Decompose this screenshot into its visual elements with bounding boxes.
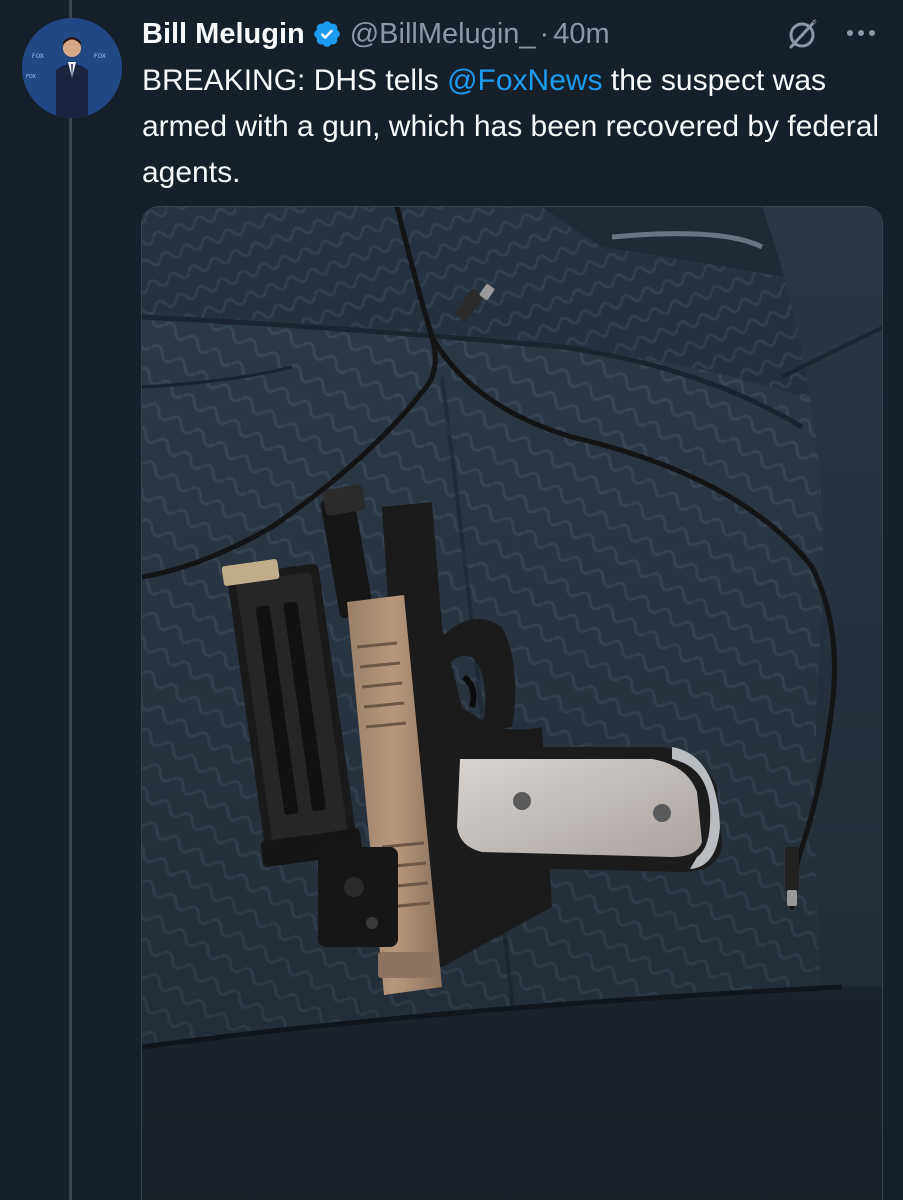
thread-connector-line bbox=[69, 0, 72, 1200]
tweet-page: FOX FOX FOX Bill Melugin @BillMelugin_ ·… bbox=[0, 0, 903, 1200]
verified-badge-icon[interactable] bbox=[312, 19, 342, 49]
tweet-text-start: BREAKING: DHS tells bbox=[142, 64, 448, 97]
more-dot bbox=[869, 30, 875, 36]
grok-icon[interactable] bbox=[785, 16, 821, 52]
more-dot bbox=[858, 30, 864, 36]
more-dot bbox=[847, 30, 853, 36]
svg-text:FOX: FOX bbox=[32, 53, 44, 60]
avatar[interactable]: FOX FOX FOX bbox=[22, 18, 122, 118]
svg-text:FOX: FOX bbox=[26, 74, 36, 80]
tweet-text: BREAKING: DHS tells @FoxNews the suspect… bbox=[142, 58, 882, 196]
tweet-media-photo[interactable] bbox=[141, 206, 883, 1200]
user-handle[interactable]: @BillMelugin_ bbox=[350, 18, 536, 51]
tweet-header: Bill Melugin @BillMelugin_ · 40m bbox=[142, 12, 610, 56]
svg-text:FOX: FOX bbox=[94, 53, 106, 60]
mention-link[interactable]: @FoxNews bbox=[447, 64, 602, 97]
header-separator: · bbox=[539, 17, 550, 50]
tweet-timestamp[interactable]: 40m bbox=[553, 18, 609, 51]
more-options-icon[interactable] bbox=[841, 18, 881, 48]
display-name[interactable]: Bill Melugin bbox=[142, 18, 305, 51]
